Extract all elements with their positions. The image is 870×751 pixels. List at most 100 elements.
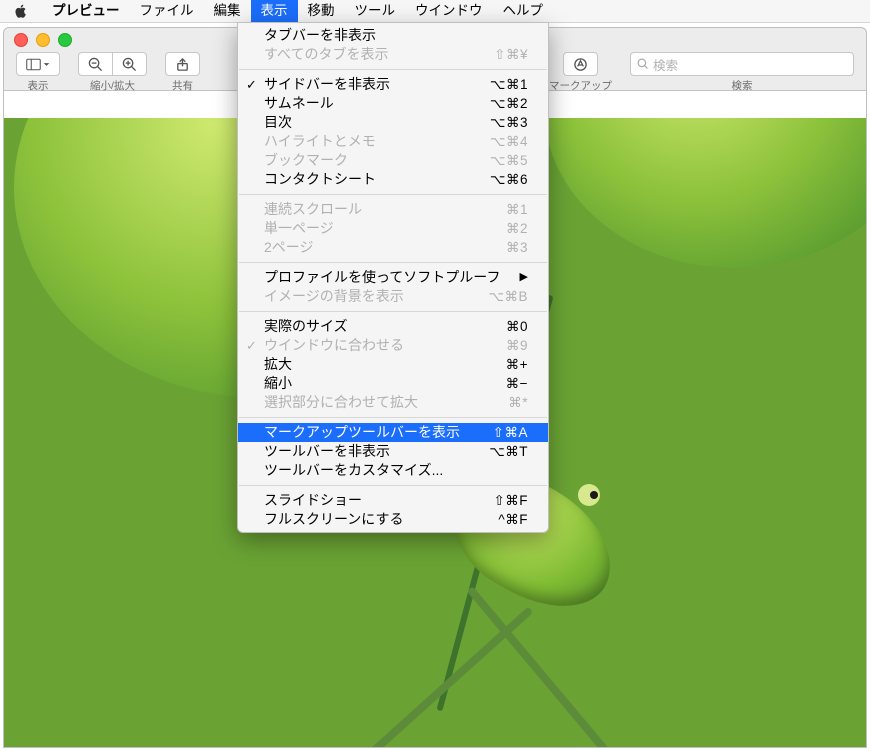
menu-item-label: ツールバーを非表示 (264, 442, 390, 461)
search-label: 検索 (732, 78, 753, 93)
submenu-arrow-icon: ▶ (502, 268, 528, 287)
menu-item-10: 連続スクロール ⌘1 (238, 200, 548, 219)
menu-item-6: ハイライトとメモ ⌥⌘4 (238, 132, 548, 151)
menubar-item-3[interactable]: 移動 (298, 0, 345, 22)
menu-item-11: 単一ページ ⌘2 (238, 219, 548, 238)
menu-shortcut: ⌘9 (488, 336, 528, 355)
search-input[interactable]: 検索 (630, 52, 854, 76)
search-icon (637, 58, 649, 70)
menu-item-label: コンタクトシート (264, 170, 376, 189)
menu-item-label: タブバーを非表示 (264, 26, 376, 45)
menu-shortcut: ⌘− (488, 374, 528, 393)
menu-shortcut: ⌥⌘1 (472, 75, 528, 94)
menu-shortcut: ⌘1 (488, 200, 528, 219)
menu-shortcut: ⌘0 (488, 317, 528, 336)
menu-item-label: フルスクリーンにする (264, 510, 403, 529)
sidebar-view-button[interactable] (16, 52, 60, 76)
check-icon: ✓ (246, 336, 257, 355)
menu-item-20[interactable]: 縮小⌘− (238, 374, 548, 393)
menu-item-14[interactable]: プロファイルを使ってソフトプルーフ▶ (238, 268, 548, 287)
fullscreen-window-button[interactable] (58, 33, 72, 47)
menubar-app[interactable]: プレビュー (42, 0, 130, 22)
menu-item-label: 連続スクロール (264, 200, 362, 219)
view-label: 表示 (28, 78, 49, 93)
menu-item-3[interactable]: ✓ サイドバーを非表示 ⌥⌘1 (238, 75, 548, 94)
minimize-window-button[interactable] (36, 33, 50, 47)
menubar: プレビュー ファイル編集表示移動ツールウインドウヘルプ (0, 0, 870, 23)
check-icon: ✓ (246, 75, 257, 94)
markup-label: マークアップ (549, 78, 612, 93)
menubar-item-2[interactable]: 表示 (251, 0, 298, 22)
close-window-button[interactable] (14, 33, 28, 47)
menu-item-label: ウインドウに合わせる (264, 336, 404, 355)
menubar-item-1[interactable]: 編集 (204, 0, 251, 22)
menu-item-label: ブックマーク (264, 151, 348, 170)
menu-item-label: プロファイルを使ってソフトプルーフ (264, 268, 500, 287)
menu-item-21: 選択部分に合わせて拡大 ⌘* (238, 393, 548, 412)
menu-item-28[interactable]: フルスクリーンにする ^⌘F (238, 510, 548, 529)
share-button[interactable] (165, 52, 200, 76)
menu-shortcut: ⌘* (490, 393, 528, 412)
menu-item-23[interactable]: マークアップツールバーを表示 ⇧⌘A (238, 423, 548, 442)
view-menu-dropdown: タブバーを非表示すべてのタブを表示 ⇧⌘¥ ✓ サイドバーを非表示 ⌥⌘1 サムネール ⌥⌘… (237, 22, 549, 533)
menu-separator (239, 417, 547, 418)
menu-shortcut: ⌘2 (488, 219, 528, 238)
menu-shortcut: ⌘+ (488, 355, 528, 374)
menu-shortcut: ⇧⌘¥ (476, 45, 528, 64)
menu-item-label: マークアップツールバーを表示 (264, 423, 460, 442)
menu-item-27[interactable]: スライドショー ⇧⌘F (238, 491, 548, 510)
apple-icon[interactable] (14, 4, 28, 18)
share-label: 共有 (172, 78, 193, 93)
menu-item-17[interactable]: 実際のサイズ ⌘0 (238, 317, 548, 336)
menu-item-label: 2ページ (264, 238, 314, 257)
menu-item-label: 目次 (264, 113, 292, 132)
menu-shortcut: ⌘3 (488, 238, 528, 257)
traffic-lights (14, 33, 72, 47)
menu-item-18: ✓ ウインドウに合わせる ⌘9 (238, 336, 548, 355)
menu-shortcut: ⇧⌘F (475, 491, 528, 510)
menu-shortcut: ^⌘F (480, 510, 528, 529)
menu-separator (239, 311, 547, 312)
menu-separator (239, 69, 547, 70)
menu-item-19[interactable]: 拡大 ⌘+ (238, 355, 548, 374)
menu-shortcut: ⌥⌘3 (472, 113, 528, 132)
menu-item-7: ブックマーク ⌥⌘5 (238, 151, 548, 170)
zoom-in-button[interactable] (113, 52, 147, 76)
menu-item-15: イメージの背景を表示 ⌥⌘B (238, 287, 548, 306)
menu-item-label: すべてのタブを表示 (264, 45, 388, 64)
menu-shortcut: ⌥⌘4 (472, 132, 528, 151)
menu-item-label: 拡大 (264, 355, 292, 374)
menu-item-12: 2ページ ⌘3 (238, 238, 548, 257)
menu-separator (239, 485, 547, 486)
menu-item-label: サムネール (264, 94, 334, 113)
menu-item-label: イメージの背景を表示 (264, 287, 404, 306)
menu-item-label: スライドショー (264, 491, 362, 510)
menu-item-4[interactable]: サムネール ⌥⌘2 (238, 94, 548, 113)
menu-separator (239, 194, 547, 195)
menubar-item-6[interactable]: ヘルプ (493, 0, 554, 22)
menu-shortcut: ⌥⌘2 (472, 94, 528, 113)
menu-item-0[interactable]: タブバーを非表示 (238, 26, 548, 45)
menu-item-label: 単一ページ (264, 219, 334, 238)
menubar-item-5[interactable]: ウインドウ (405, 0, 493, 22)
menubar-item-0[interactable]: ファイル (130, 0, 204, 22)
menu-shortcut: ⌥⌘6 (472, 170, 528, 189)
menubar-item-4[interactable]: ツール (345, 0, 406, 22)
menu-item-25[interactable]: ツールバーをカスタマイズ... (238, 461, 548, 480)
zoom-out-button[interactable] (78, 52, 113, 76)
zoom-label: 縮小/拡大 (90, 78, 135, 93)
menu-item-5[interactable]: 目次 ⌥⌘3 (238, 113, 548, 132)
menu-item-label: 実際のサイズ (264, 317, 348, 336)
menu-item-1: すべてのタブを表示 ⇧⌘¥ (238, 45, 548, 64)
markup-button[interactable] (563, 52, 598, 76)
menu-shortcut: ⇧⌘A (475, 423, 528, 442)
menu-separator (239, 262, 547, 263)
menu-item-label: サイドバーを非表示 (264, 75, 390, 94)
menu-item-label: ハイライトとメモ (264, 132, 376, 151)
menu-item-label: ツールバーをカスタマイズ... (264, 461, 443, 480)
menu-shortcut: ⌥⌘B (470, 287, 528, 306)
menu-shortcut: ⌥⌘5 (472, 151, 528, 170)
menu-item-label: 選択部分に合わせて拡大 (264, 393, 418, 412)
menu-item-8[interactable]: コンタクトシート ⌥⌘6 (238, 170, 548, 189)
menu-item-24[interactable]: ツールバーを非表示⌥⌘T (238, 442, 548, 461)
